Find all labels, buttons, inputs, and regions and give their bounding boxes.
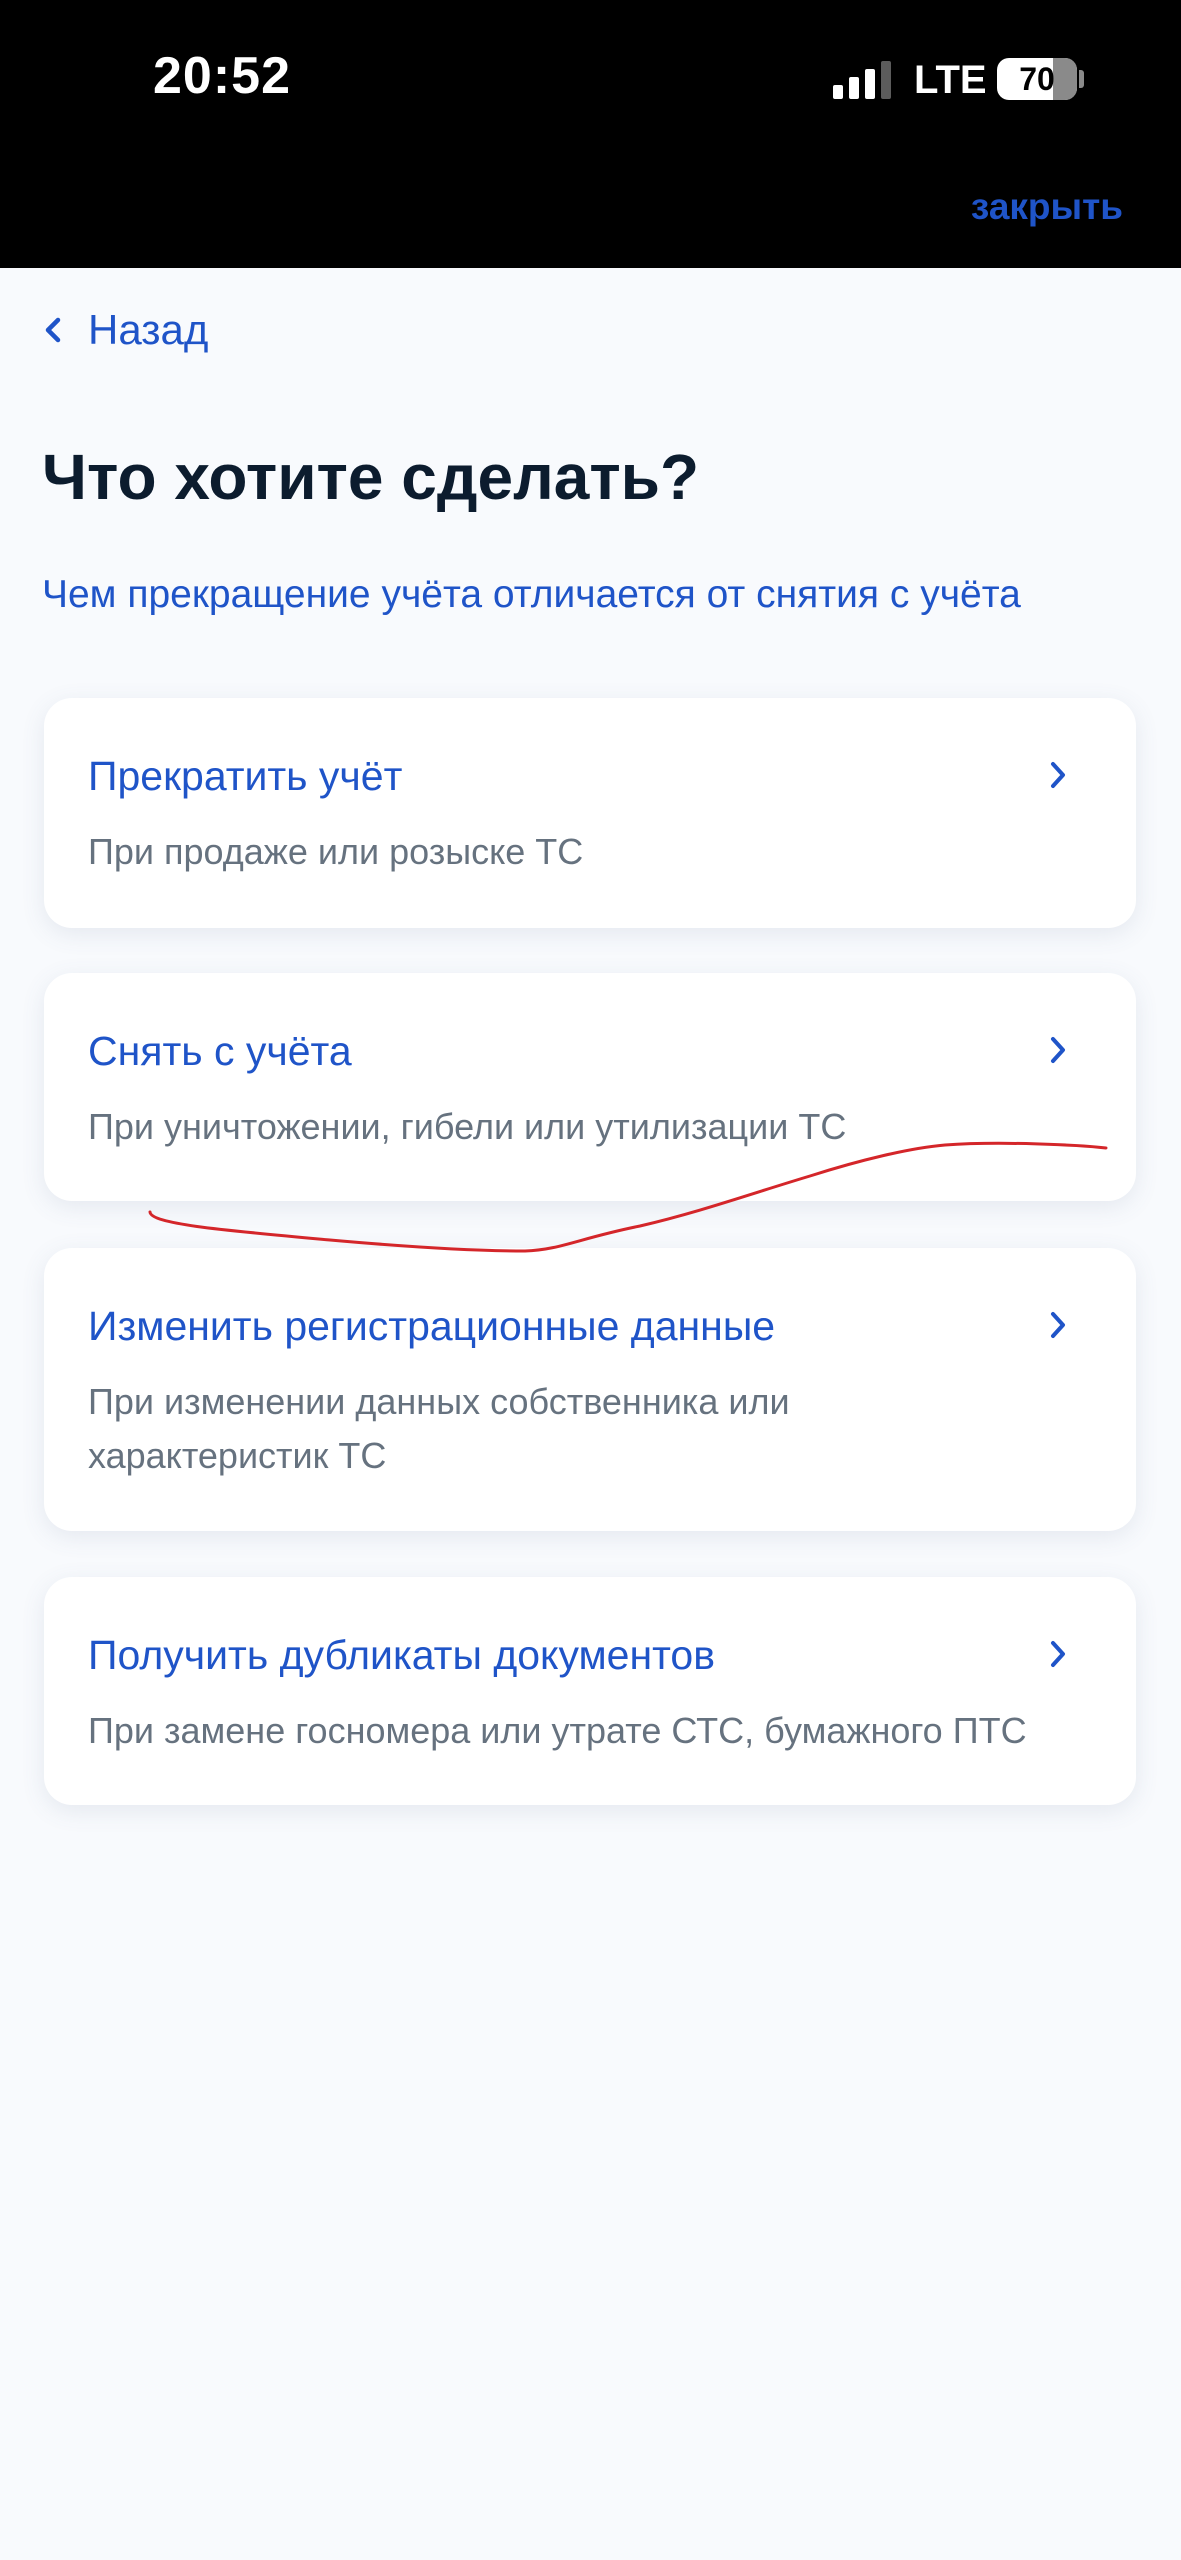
chevron-right-icon [1051, 1312, 1065, 1338]
option-title: Снять с учёта [88, 1028, 352, 1074]
option-title: Получить дубликаты документов [88, 1632, 716, 1678]
back-label: Назад [88, 306, 209, 353]
option-subtitle: При замене госномера или утрате СТС, бум… [88, 1710, 1027, 1751]
option-subtitle: При продаже или розыске ТС [88, 831, 584, 872]
info-link[interactable]: Чем прекращение учёта отличается от снят… [42, 573, 1021, 617]
chevron-left-icon [45, 317, 61, 343]
option-title: Прекратить учёт [88, 753, 403, 799]
cellular-signal-icon [833, 61, 891, 99]
option-subtitle: При изменении данных собственника или ха… [88, 1381, 790, 1476]
battery-level: 70 [1019, 60, 1055, 97]
battery-tip [1079, 70, 1084, 88]
network-type-label: LTE [914, 58, 987, 102]
status-time: 20:52 [153, 47, 291, 105]
chevron-right-icon [1051, 1641, 1065, 1667]
top-bar: 20:52 LTE 70 закрыть [0, 0, 1181, 268]
back-button[interactable]: Назад [40, 306, 208, 354]
battery-empty-segment [1053, 58, 1077, 100]
battery-icon: 70 [997, 58, 1077, 100]
option-card-deregister[interactable]: Снять с учёта При уничтожении, гибели ил… [44, 973, 1136, 1201]
chevron-right-icon [1051, 762, 1065, 788]
chevron-right-icon [1051, 1037, 1065, 1063]
option-card-terminate-registration[interactable]: Прекратить учёт При продаже или розыске … [44, 698, 1136, 928]
option-subtitle: При уничтожении, гибели или утилизации Т… [88, 1106, 847, 1147]
close-button[interactable]: закрыть [971, 186, 1123, 228]
option-card-document-duplicates[interactable]: Получить дубликаты документов При замене… [44, 1577, 1136, 1805]
option-title: Изменить регистрационные данные [88, 1303, 776, 1349]
option-card-change-registration-data[interactable]: Изменить регистрационные данные При изме… [44, 1248, 1136, 1531]
page-title: Что хотите сделать? [42, 441, 700, 513]
